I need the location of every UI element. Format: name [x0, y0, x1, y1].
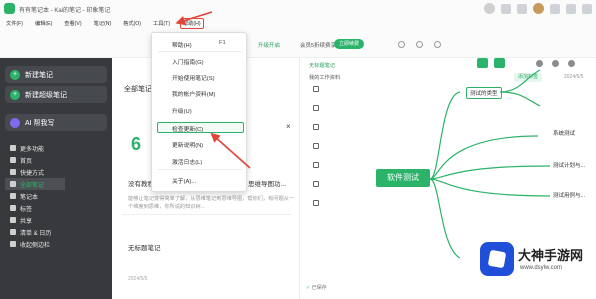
promo-text: 会员5折续费享 — [300, 43, 337, 49]
sidebar-item-notebooks[interactable]: 笔记本 — [10, 190, 110, 202]
menu-item-about[interactable]: 关于(A)... — [172, 176, 196, 185]
watermark-title: 大神手游网 — [518, 248, 584, 263]
sidebar-item-shared[interactable]: 共享 — [10, 214, 110, 226]
maximize-icon[interactable] — [566, 3, 576, 14]
promo-number: 6 — [131, 134, 142, 154]
menu-item-log[interactable]: 激活日志(L) — [172, 157, 202, 166]
window-title: 有有笔记本 - Kai的笔记 - 印象笔记 — [19, 8, 111, 14]
sidebar-item-label: 全部笔记 — [20, 182, 45, 189]
menu-view[interactable]: 查看(V) — [62, 19, 83, 28]
new-note-button[interactable]: + 新建笔记 — [5, 66, 107, 83]
home-icon — [10, 157, 16, 163]
menu-edit[interactable]: 编辑(E) — [33, 19, 54, 28]
mindmap-node[interactable]: 测试计划与... — [553, 161, 585, 169]
note-card-title-right: 思维导图功... — [248, 181, 286, 188]
menu-note[interactable]: 笔记(N) — [92, 19, 114, 28]
new-note-label: 新建笔记 — [25, 71, 53, 79]
mindmap-node[interactable]: 测试的类型 — [466, 87, 502, 99]
calendar-icon — [10, 229, 16, 235]
sidebar-item-label: 收起侧边栏 — [20, 242, 51, 249]
app-logo-icon — [4, 3, 15, 14]
avatar[interactable] — [533, 3, 544, 14]
notification-icon[interactable] — [484, 3, 495, 14]
sidebar-item-tags[interactable]: 标签 — [10, 202, 110, 214]
mindmap-node[interactable]: 系统测试 — [553, 129, 575, 137]
menu-item-help[interactable]: 帮助(H) — [172, 40, 192, 49]
watermark-url: www.dsylw.com — [520, 265, 563, 271]
sidebar-item-label: 笔记本 — [20, 194, 39, 201]
note-card-title[interactable]: 无标题笔记 — [128, 242, 161, 252]
sidebar-item-home[interactable]: 首页 — [10, 154, 110, 166]
divider — [158, 169, 242, 170]
menu-bar: 文件(F) 编辑(E) 查看(V) 笔记(N) 格式(O) 工具(T) 帮助(H… — [0, 17, 596, 29]
sidebar-item-calendar[interactable]: 清单 & 日历 — [10, 226, 110, 238]
search-icon[interactable] — [416, 41, 423, 48]
menu-item-release-notes[interactable]: 更新说明(N) — [172, 140, 203, 149]
menu-item-shortcut: F1 — [219, 40, 226, 46]
menu-tools[interactable]: 工具(T) — [151, 19, 172, 28]
divider — [158, 51, 242, 52]
menu-item-check-update[interactable]: 检查更新(C) — [172, 124, 203, 133]
menu-item-upgrade[interactable]: 升级(U) — [172, 106, 192, 115]
help-menu-dropdown: 帮助(H) F1 入门指南(G) 开始使用笔记(S) 我的帐户资料(M) 升级(… — [151, 32, 247, 192]
menu-item-start-using[interactable]: 开始使用笔记(S) — [172, 73, 215, 82]
sidebar-item-label: 首页 — [20, 158, 33, 165]
titlebar-icons — [484, 3, 592, 14]
sidebar-item-collapse[interactable]: 收起侧边栏 — [10, 238, 110, 250]
title-bar: 有有笔记本 - Kai的笔记 - 印象笔记 — [0, 0, 596, 17]
share-icon — [10, 217, 16, 223]
close-icon[interactable] — [582, 3, 592, 14]
sidebar: + 新建笔记 + 新建超级笔记 AI 帮我写 更多功能 首页 快捷方式 全部笔记… — [0, 58, 112, 299]
sidebar-item-shortcuts[interactable]: 快捷方式 — [10, 166, 110, 178]
gift-icon[interactable] — [501, 3, 511, 14]
sidebar-item-label: 更多功能 — [20, 146, 45, 153]
menu-file[interactable]: 文件(F) — [4, 19, 25, 28]
sidebar-item-label: 标签 — [20, 206, 33, 213]
menu-item-getting-started[interactable]: 入门指南(G) — [172, 57, 204, 66]
note-card-date: 2024/5/5 — [128, 276, 148, 282]
mindmap-node[interactable]: 测试用例与... — [553, 191, 585, 199]
minimize-icon[interactable] — [550, 3, 560, 14]
sidebar-nav: 更多功能 首页 快捷方式 全部笔记 笔记本 标签 共享 清单 & 日历 收起侧边… — [5, 142, 110, 250]
menu-item-account[interactable]: 我的帐户资料(M) — [172, 89, 215, 98]
notes-icon — [10, 181, 16, 187]
note-card-preview: 能够让笔记变得简单了解，从思维笔记到思维导图，帮你们，有问题从一个维度到思维，你… — [128, 196, 295, 210]
watermark-logo-icon — [480, 242, 514, 276]
new-super-note-label: 新建超级笔记 — [25, 91, 67, 99]
toolbar: 升级开启 会员5折续费享 立即续费 — [0, 29, 596, 58]
menu-help[interactable]: 帮助(H) — [180, 17, 204, 29]
grid-icon — [10, 145, 16, 151]
sync-icon[interactable] — [398, 41, 405, 48]
ai-icon — [10, 117, 20, 128]
sidebar-item-label: 清单 & 日历 — [20, 230, 52, 237]
toolbar-icons — [398, 41, 441, 48]
menu-format[interactable]: 格式(O) — [121, 19, 143, 28]
divider — [122, 214, 292, 215]
close-icon[interactable]: × — [286, 122, 291, 131]
notebook-icon — [10, 193, 16, 199]
sidebar-item-all-notes[interactable]: 全部笔记 — [5, 178, 65, 190]
plus-icon: + — [10, 69, 20, 80]
ai-write-button[interactable]: AI 帮我写 — [5, 114, 107, 131]
renew-button[interactable]: 立即续费 — [334, 39, 365, 49]
note-list-title: 全部笔记 — [124, 86, 152, 93]
collapse-icon — [10, 241, 16, 247]
sidebar-item-more[interactable]: 更多功能 — [10, 142, 110, 154]
bell-icon[interactable] — [517, 3, 527, 14]
tag-icon — [10, 205, 16, 211]
help-icon[interactable] — [434, 41, 441, 48]
new-super-note-button[interactable]: + 新建超级笔记 — [5, 86, 107, 103]
upgrade-link[interactable]: 升级开启 — [258, 41, 280, 49]
watermark: 大神手游网 www.dsylw.com — [480, 242, 596, 277]
mindmap-root-node[interactable]: 软件测试 — [376, 169, 430, 187]
sidebar-item-label: 快捷方式 — [20, 170, 45, 177]
ai-write-label: AI 帮我写 — [25, 119, 55, 127]
sidebar-item-label: 共享 — [20, 218, 33, 225]
star-icon — [10, 169, 16, 175]
super-note-icon: + — [10, 89, 20, 100]
